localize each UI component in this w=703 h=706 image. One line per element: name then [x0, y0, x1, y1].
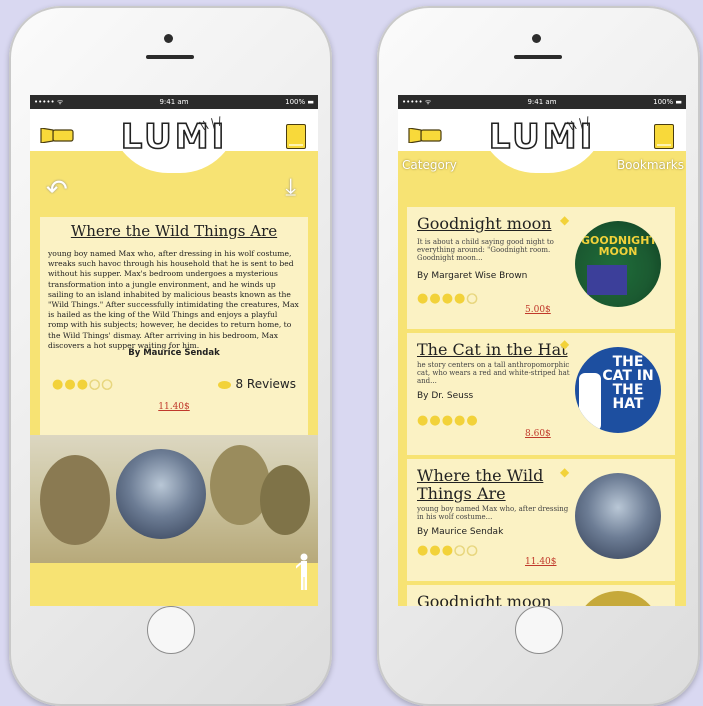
- cover-art: [579, 373, 601, 431]
- bookmarks-tab[interactable]: Bookmarks: [617, 158, 684, 172]
- cover-art: [587, 265, 627, 295]
- detail-screen: ••••• ᯤ 9:41 am 100% ▬ LUMI \\ | / ↶ ⤓ W…: [30, 95, 318, 606]
- battery-indicator: 100% ▬: [653, 98, 682, 106]
- cover-title: THE CAT IN THE HAT: [602, 354, 654, 412]
- home-button[interactable]: [147, 606, 195, 654]
- camera: [532, 34, 541, 43]
- status-bar: ••••• ᯤ 9:41 am 100% ▬: [398, 95, 686, 109]
- lightbulb-icon[interactable]: ●: [454, 291, 466, 306]
- lightbulb-icon[interactable]: ●: [77, 377, 89, 392]
- list-item-desc: he story centers on a tall anthropomorph…: [417, 361, 570, 385]
- book-title: Where the Wild Things Are: [70, 222, 278, 240]
- price-link[interactable]: 8.60$: [525, 429, 551, 439]
- book-icon[interactable]: [286, 124, 306, 149]
- lightbulb-icon[interactable]: ○: [89, 377, 101, 393]
- book-description: young boy named Max who, after dressing …: [48, 249, 299, 350]
- list-item-title[interactable]: Goodnight moon: [417, 215, 577, 233]
- rating-bulbs[interactable]: ●●●○○: [52, 377, 114, 393]
- list-item-author: By Dr. Seuss: [417, 391, 474, 401]
- list-item-title[interactable]: Goodnight moon: [417, 593, 577, 607]
- list-item[interactable]: Where the Wild Things Are young boy name…: [407, 459, 675, 581]
- lightbulb-icon[interactable]: ●: [429, 543, 441, 558]
- book-cover[interactable]: [575, 591, 661, 606]
- illustration-highlight: [116, 449, 206, 539]
- clock: 9:41 am: [527, 98, 557, 106]
- category-tab[interactable]: Category: [402, 158, 457, 172]
- lightbulb-icon[interactable]: ●: [429, 291, 441, 306]
- list-item-title[interactable]: The Cat in the Hat: [417, 341, 577, 359]
- bookmark-icon[interactable]: ◆: [560, 337, 569, 351]
- sub-navigation: Category Bookmarks: [398, 151, 686, 173]
- speaker: [146, 55, 194, 59]
- clock: 9:41 am: [159, 98, 189, 106]
- back-arrow-icon[interactable]: ↶: [46, 175, 68, 205]
- list-item-author: By Margaret Wise Brown: [417, 271, 528, 281]
- reviews-count: 8 Reviews: [235, 377, 296, 391]
- comment-icon: [218, 380, 232, 389]
- lightbulb-icon[interactable]: ●: [442, 543, 454, 558]
- list-item-author: By Maurice Sendak: [417, 527, 504, 537]
- lightbulb-icon[interactable]: ○: [466, 291, 478, 307]
- reviews-link[interactable]: 8 Reviews: [218, 377, 296, 391]
- lightbulb-icon[interactable]: ●: [442, 291, 454, 306]
- lightbulb-icon[interactable]: ●: [417, 413, 429, 428]
- lightbulb-icon[interactable]: ●: [64, 377, 76, 392]
- lightbulb-icon[interactable]: ○: [466, 543, 478, 559]
- lightbulb-icon[interactable]: ●: [52, 377, 64, 392]
- lightbulb-icon[interactable]: ●: [417, 543, 429, 558]
- list-item[interactable]: The Cat in the Hat he story centers on a…: [407, 333, 675, 455]
- list-item-desc: It is about a child saying good night to…: [417, 238, 554, 262]
- bookmark-icon[interactable]: ◆: [560, 213, 569, 227]
- lightbulb-icon[interactable]: ●: [417, 291, 429, 306]
- price-link[interactable]: 11.40$: [525, 557, 557, 567]
- home-button[interactable]: [515, 606, 563, 654]
- flashlight-icon[interactable]: [40, 128, 74, 143]
- phone-detail: ••••• ᯤ 9:41 am 100% ▬ LUMI \\ | / ↶ ⤓ W…: [9, 6, 332, 706]
- book-author: By Maurice Sendak: [128, 348, 220, 358]
- lightbulb-icon[interactable]: ●: [466, 413, 478, 428]
- speaker: [514, 55, 562, 59]
- list-screen: ••••• ᯤ 9:41 am 100% ▬ LUMI \\ | / Categ…: [398, 95, 686, 606]
- battery-indicator: 100% ▬: [285, 98, 314, 106]
- book-cover[interactable]: THE CAT IN THE HAT: [575, 347, 661, 433]
- price-link[interactable]: 5.00$: [525, 305, 551, 315]
- list-item[interactable]: Goodnight moon: [407, 585, 675, 606]
- status-bar: ••••• ᯤ 9:41 am 100% ▬: [30, 95, 318, 109]
- phone-list: ••••• ᯤ 9:41 am 100% ▬ LUMI \\ | / Categ…: [377, 6, 700, 706]
- download-icon[interactable]: ⤓: [285, 173, 296, 201]
- flashlight-icon[interactable]: [408, 128, 442, 143]
- list-item-desc: young boy named Max who, after dressing …: [417, 505, 569, 521]
- rating-bulbs[interactable]: ●●●●●: [417, 413, 479, 428]
- lightbulb-icon[interactable]: ●: [429, 413, 441, 428]
- rating-bulbs[interactable]: ●●●○○: [417, 543, 479, 559]
- lightbulb-icon[interactable]: ○: [454, 543, 466, 559]
- book-cover[interactable]: [575, 473, 661, 559]
- book-icon[interactable]: [654, 124, 674, 149]
- person-silhouette-icon: [296, 553, 308, 590]
- price-link[interactable]: 11.40$: [40, 402, 308, 412]
- rating-bulbs[interactable]: ●●●●○: [417, 291, 479, 307]
- list-item-title[interactable]: Where the Wild Things Are: [417, 467, 577, 503]
- bookmark-icon[interactable]: ◆: [560, 465, 569, 479]
- book-cover[interactable]: GOODNIGHT MOON: [575, 221, 661, 307]
- lightbulb-icon[interactable]: ●: [442, 413, 454, 428]
- camera: [164, 34, 173, 43]
- list-item[interactable]: Goodnight moon It is about a child sayin…: [407, 207, 675, 329]
- book-illustration: [30, 435, 318, 563]
- cover-title: GOODNIGHT MOON: [581, 234, 657, 258]
- book-detail-card: Where the Wild Things Are young boy name…: [40, 217, 308, 439]
- lightbulb-icon[interactable]: ●: [454, 413, 466, 428]
- lightbulb-icon[interactable]: ○: [101, 377, 113, 393]
